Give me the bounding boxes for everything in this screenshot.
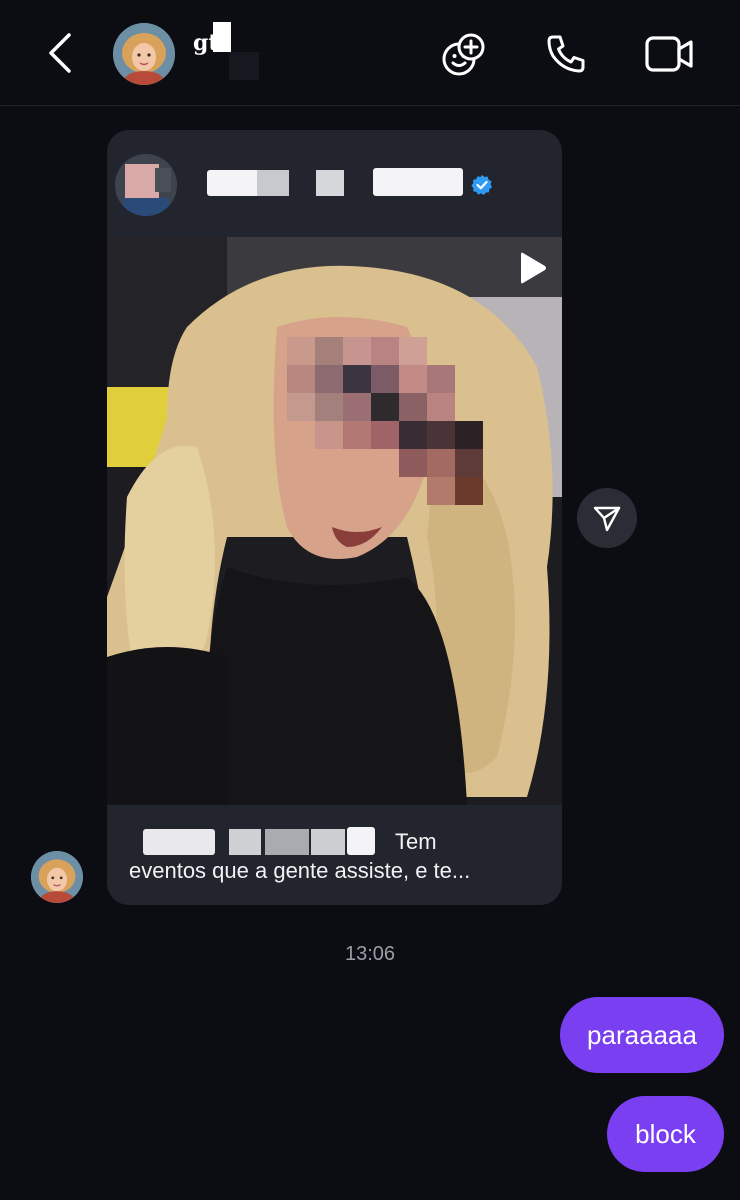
redaction-block <box>347 827 375 855</box>
caption-text-line1: Tem <box>395 829 437 854</box>
send-icon <box>593 506 621 532</box>
outgoing-message[interactable]: paraaaaa <box>560 997 724 1073</box>
share-button[interactable] <box>577 488 637 548</box>
post-caption: Tem eventos que a gente assiste, e te... <box>129 827 549 885</box>
add-effect-icon <box>442 33 485 76</box>
post-video[interactable] <box>107 237 562 805</box>
play-icon[interactable] <box>514 251 548 285</box>
redaction-block <box>257 170 289 196</box>
post-author-avatar[interactable] <box>115 154 177 216</box>
redaction-block <box>207 170 261 196</box>
redaction-block <box>311 829 345 855</box>
redaction-block <box>316 170 344 196</box>
back-button[interactable] <box>38 28 82 78</box>
phone-icon <box>547 35 585 73</box>
video-icon <box>645 36 693 72</box>
redaction-block <box>143 829 215 855</box>
redaction-block <box>213 22 231 52</box>
video-call-button[interactable] <box>642 26 698 82</box>
redaction-block <box>229 829 261 855</box>
redaction-block <box>229 52 259 80</box>
contact-avatar[interactable] <box>113 23 175 85</box>
shared-post-card[interactable]: Tem eventos que a gente assiste, e te... <box>107 130 562 905</box>
back-icon <box>49 33 71 73</box>
sender-avatar[interactable] <box>31 851 83 903</box>
add-effect-button[interactable] <box>436 26 492 82</box>
outgoing-message[interactable]: block <box>607 1096 724 1172</box>
chat-header: gt <box>0 0 740 106</box>
voice-call-button[interactable] <box>538 26 594 82</box>
redaction-block <box>373 168 463 196</box>
redaction-block <box>265 829 309 855</box>
caption-text-line2: eventos que a gente assiste, e te... <box>129 858 471 883</box>
verified-icon <box>471 175 492 195</box>
message-timestamp: 13:06 <box>344 943 396 965</box>
